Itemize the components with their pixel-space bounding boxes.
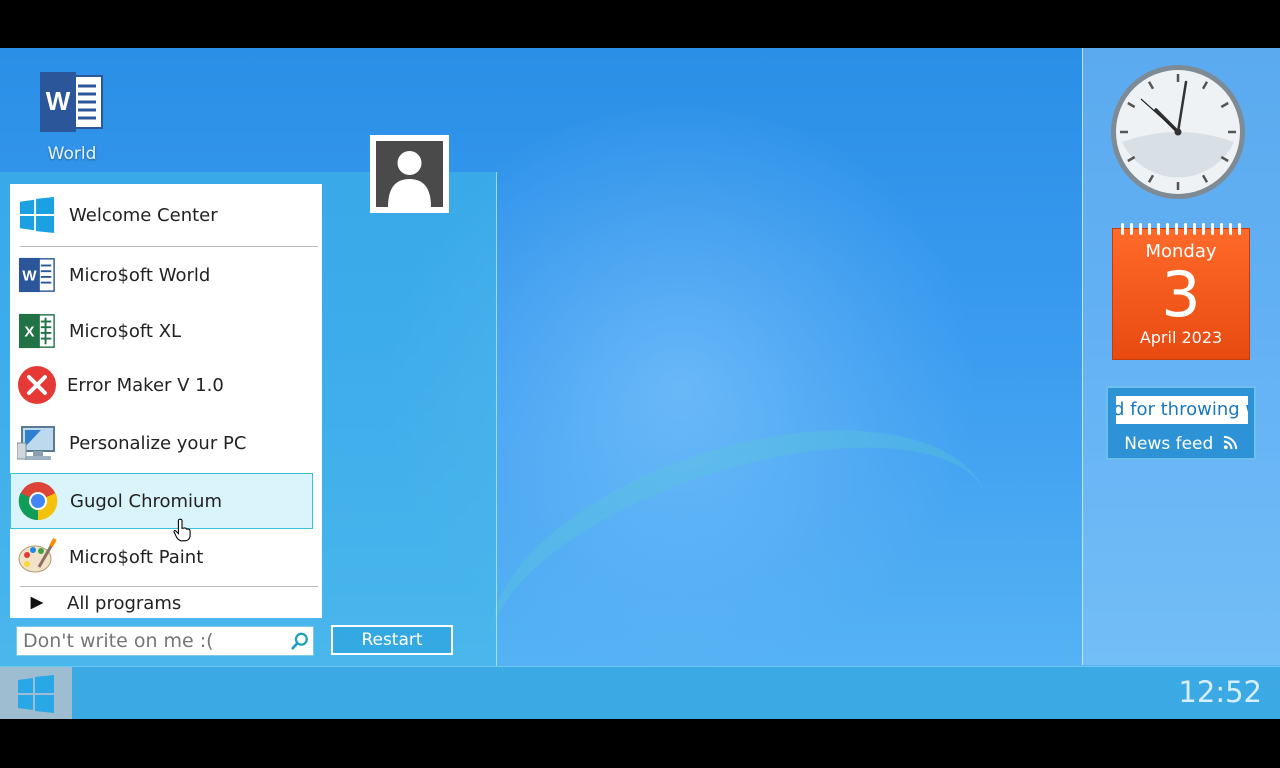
svg-text:W: W (46, 86, 71, 116)
desktop: W World Welcome Center W Micro$oft World… (0, 48, 1280, 719)
menu-divider (20, 246, 318, 247)
user-avatar[interactable] (370, 135, 449, 213)
news-ticker-text: d for throwing w (1116, 399, 1248, 420)
clock-gadget (1111, 65, 1245, 199)
news-feed-gadget[interactable]: d for throwing w News feed (1106, 386, 1256, 460)
menu-item-all-programs[interactable]: All programs (10, 590, 322, 616)
menu-divider (20, 586, 318, 587)
svg-text:X: X (24, 324, 34, 341)
menu-item-label: Gugol Chromium (70, 490, 222, 512)
word-icon: W (17, 255, 57, 295)
calendar-date: 3 (1161, 258, 1201, 331)
news-feed-label-text: News feed (1124, 434, 1214, 454)
desktop-icon-world[interactable]: W World (32, 72, 112, 167)
start-search-box (16, 626, 314, 656)
calendar-month-year: April 2023 (1139, 328, 1223, 347)
search-icon[interactable] (287, 628, 313, 654)
menu-item-label: Welcome Center (69, 204, 218, 226)
menu-item-label: Micro$oft World (69, 264, 211, 286)
hand-cursor-icon (173, 518, 191, 542)
news-feed-label: News feed (1108, 434, 1254, 454)
monitor-icon (17, 423, 57, 463)
menu-item-welcome-center[interactable]: Welcome Center (10, 194, 322, 236)
windows-logo-icon (17, 195, 57, 235)
error-icon (17, 365, 57, 405)
play-arrow-icon (17, 590, 57, 616)
menu-item-personalize[interactable]: Personalize your PC (10, 422, 322, 464)
svg-text:W: W (22, 268, 37, 285)
excel-icon: X (17, 311, 57, 351)
taskbar-clock[interactable]: 12:52 (1178, 675, 1262, 709)
menu-item-label: Error Maker V 1.0 (67, 374, 224, 396)
menu-item-error-maker[interactable]: Error Maker V 1.0 (10, 364, 322, 406)
menu-item-label: Micro$oft Paint (69, 546, 204, 568)
taskbar: 12:52 (0, 666, 1280, 719)
news-ticker: d for throwing w (1116, 396, 1248, 424)
calendar-gadget: Monday 3 April 2023 (1112, 223, 1250, 360)
menu-item-label: All programs (67, 592, 182, 614)
menu-item-label: Personalize your PC (69, 432, 247, 454)
menu-item-label: Micro$oft XL (69, 320, 182, 342)
calendar-rings (1121, 223, 1241, 235)
windows-logo-icon (18, 674, 54, 713)
rss-icon (1223, 435, 1237, 450)
paint-palette-icon (17, 537, 57, 577)
menu-item-gugol-chromium[interactable]: Gugol Chromium (10, 473, 313, 529)
word-icon: W (40, 72, 103, 132)
start-button[interactable] (0, 667, 72, 719)
menu-item-microsoft-xl[interactable]: X Micro$oft XL (10, 310, 322, 352)
user-silhouette-icon (388, 151, 431, 207)
restart-button[interactable]: Restart (331, 625, 453, 655)
menu-item-microsoft-world[interactable]: W Micro$oft World (10, 254, 322, 296)
start-menu-list: Welcome Center W Micro$oft World X Micro… (10, 184, 322, 618)
chrome-icon (18, 481, 58, 521)
desktop-icon-label: World (47, 144, 97, 164)
menu-item-microsoft-paint[interactable]: Micro$oft Paint (10, 536, 322, 578)
start-search-input[interactable] (17, 628, 287, 654)
